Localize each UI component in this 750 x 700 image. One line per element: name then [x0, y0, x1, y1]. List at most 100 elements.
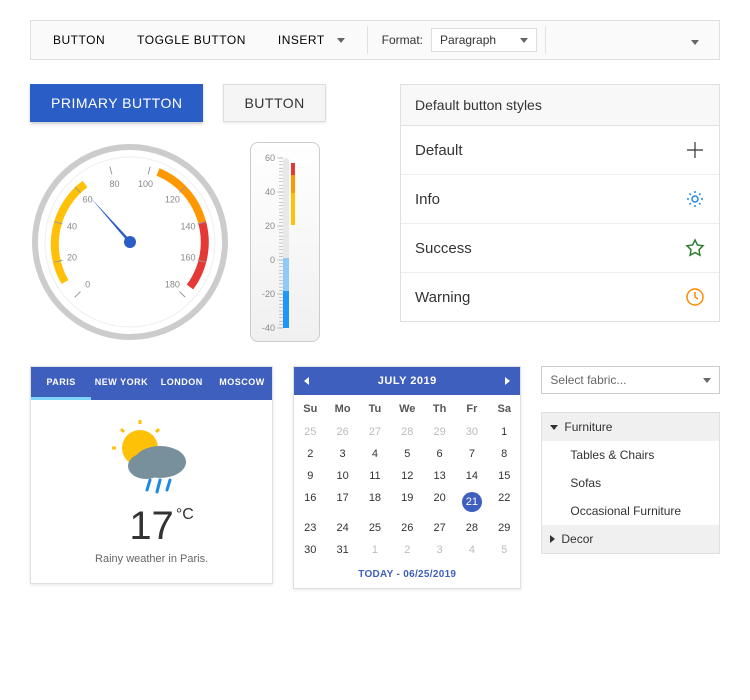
calendar-day[interactable]: 28	[456, 517, 488, 539]
tree-item[interactable]: Occasional Furniture	[542, 497, 719, 525]
style-item-default[interactable]: Default	[401, 126, 719, 175]
plus-icon	[685, 140, 705, 160]
weather-temp-value: 17	[129, 504, 174, 548]
tree-item-label: Furniture	[564, 420, 612, 434]
toolbar: BUTTON TOGGLE BUTTON INSERT Format: Para…	[30, 20, 720, 60]
calendar-day[interactable]: 24	[326, 517, 358, 539]
weather-icon	[102, 420, 202, 500]
calendar-day[interactable]: 26	[326, 421, 358, 443]
clock-icon	[685, 287, 705, 307]
calendar-day[interactable]: 22	[488, 487, 520, 517]
style-item-label: Success	[415, 240, 472, 257]
primary-button[interactable]: PRIMARY BUTTON	[30, 84, 203, 122]
svg-text:20: 20	[265, 221, 275, 231]
svg-text:0: 0	[270, 255, 275, 265]
svg-text:60: 60	[83, 195, 93, 205]
chevron-down-icon	[520, 38, 528, 43]
toolbar-toggle-button[interactable]: TOGGLE BUTTON	[123, 25, 260, 55]
svg-text:-40: -40	[262, 323, 275, 333]
calendar-day[interactable]: 27	[423, 517, 455, 539]
style-item-warning[interactable]: Warning	[401, 273, 719, 321]
style-item-info[interactable]: Info	[401, 175, 719, 224]
tree-item[interactable]: Tables & Chairs	[542, 441, 719, 469]
calendar-day[interactable]: 12	[391, 465, 423, 487]
tree-item[interactable]: Sofas	[542, 469, 719, 497]
calendar-day[interactable]: 3	[423, 539, 455, 561]
calendar-day[interactable]: 3	[326, 443, 358, 465]
calendar-day[interactable]: 9	[294, 465, 326, 487]
tree-item[interactable]: Furniture	[542, 413, 719, 441]
calendar-day[interactable]: 7	[456, 443, 488, 465]
calendar-day[interactable]: 11	[359, 465, 391, 487]
calendar-day[interactable]: 8	[488, 443, 520, 465]
toolbar-button[interactable]: BUTTON	[39, 25, 119, 55]
toolbar-overflow-dropdown[interactable]	[679, 25, 711, 56]
tree-item[interactable]: Decor	[542, 525, 719, 553]
calendar-day[interactable]: 1	[359, 539, 391, 561]
tree-item-label: Sofas	[570, 476, 601, 490]
calendar-day[interactable]: 2	[391, 539, 423, 561]
weather-tab-moscow[interactable]: MOSCOW	[212, 367, 272, 400]
calendar-dow: Sa	[488, 395, 520, 421]
svg-text:20: 20	[67, 253, 77, 263]
calendar-day[interactable]: 2	[294, 443, 326, 465]
calendar-day[interactable]: 28	[391, 421, 423, 443]
weather-widget: PARISNEW YORKLONDONMOSCOW 17°C Rainy wea…	[30, 366, 273, 584]
svg-text:140: 140	[180, 221, 195, 231]
gear-icon	[685, 189, 705, 209]
toolbar-separator	[367, 26, 368, 54]
calendar-day[interactable]: 16	[294, 487, 326, 517]
secondary-button[interactable]: BUTTON	[223, 84, 325, 122]
linear-gauge: -40-200204060	[250, 142, 320, 342]
weather-tab-london[interactable]: LONDON	[152, 367, 212, 400]
calendar-day[interactable]: 31	[326, 539, 358, 561]
calendar-day[interactable]: 29	[423, 421, 455, 443]
calendar-next-button[interactable]	[505, 377, 510, 385]
calendar-dow: Th	[423, 395, 455, 421]
weather-tab-new-york[interactable]: NEW YORK	[91, 367, 151, 400]
calendar-day[interactable]: 27	[359, 421, 391, 443]
star-icon	[685, 238, 705, 258]
calendar-day[interactable]: 25	[359, 517, 391, 539]
calendar-day[interactable]: 26	[391, 517, 423, 539]
calendar-today-link[interactable]: TODAY - 06/25/2019	[294, 561, 520, 588]
style-item-label: Default	[415, 142, 463, 159]
style-item-label: Info	[415, 191, 440, 208]
calendar-day[interactable]: 20	[423, 487, 455, 517]
svg-text:120: 120	[165, 195, 180, 205]
fabric-combobox[interactable]: Select fabric...	[541, 366, 720, 394]
style-item-label: Warning	[415, 289, 470, 306]
calendar-prev-button[interactable]	[304, 377, 309, 385]
calendar-day[interactable]: 17	[326, 487, 358, 517]
calendar-day[interactable]: 30	[294, 539, 326, 561]
calendar-day[interactable]: 23	[294, 517, 326, 539]
calendar-day[interactable]: 5	[391, 443, 423, 465]
calendar-day[interactable]: 30	[456, 421, 488, 443]
weather-tab-paris[interactable]: PARIS	[31, 367, 91, 400]
calendar-day[interactable]: 13	[423, 465, 455, 487]
calendar-day[interactable]: 25	[294, 421, 326, 443]
calendar-day[interactable]: 6	[423, 443, 455, 465]
calendar-day[interactable]: 4	[359, 443, 391, 465]
chevron-down-icon	[337, 38, 345, 43]
calendar-day[interactable]: 10	[326, 465, 358, 487]
calendar-day[interactable]: 4	[456, 539, 488, 561]
calendar-day[interactable]: 29	[488, 517, 520, 539]
style-item-success[interactable]: Success	[401, 224, 719, 273]
toolbar-format-select[interactable]: Paragraph	[431, 28, 537, 52]
calendar-day[interactable]: 19	[391, 487, 423, 517]
calendar-day[interactable]: 15	[488, 465, 520, 487]
calendar-dow: Fr	[456, 395, 488, 421]
calendar-day[interactable]: 14	[456, 465, 488, 487]
toolbar-insert-dropdown[interactable]: INSERT	[264, 25, 359, 55]
calendar-day[interactable]: 21	[456, 487, 488, 517]
treeview: Furniture Tables & Chairs Sofas Occasional …	[541, 412, 720, 554]
toolbar-insert-label: INSERT	[278, 33, 325, 47]
calendar-day[interactable]: 18	[359, 487, 391, 517]
radial-gauge: 020406080100120140160180	[30, 142, 230, 342]
calendar-grid: SuMoTuWeThFrSa25262728293012345678910111…	[294, 395, 520, 561]
calendar-day[interactable]: 5	[488, 539, 520, 561]
calendar-day[interactable]: 1	[488, 421, 520, 443]
weather-tabs: PARISNEW YORKLONDONMOSCOW	[31, 367, 272, 400]
tree-item-label: Tables & Chairs	[570, 448, 654, 462]
